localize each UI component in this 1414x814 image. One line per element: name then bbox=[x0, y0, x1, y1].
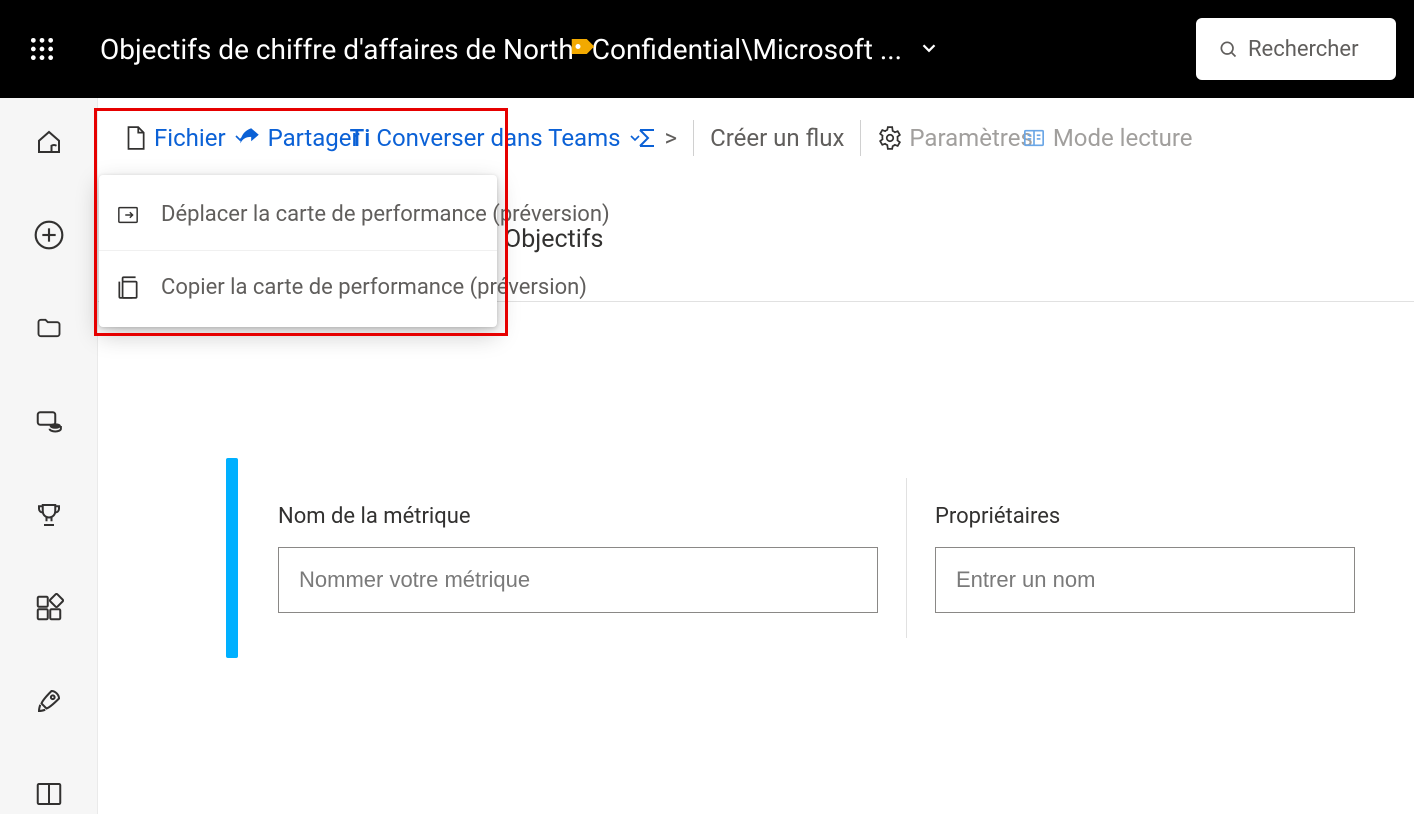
page-title-breadcrumb[interactable]: Objectifs de chiffre d'affaires de North… bbox=[100, 33, 940, 66]
gear-icon bbox=[877, 125, 903, 151]
cmd-create-flow-label: Créer un flux bbox=[710, 124, 844, 152]
cmd-add-metric[interactable]: > bbox=[629, 98, 684, 178]
metric-name-block: Nom de la métrique bbox=[278, 504, 878, 613]
cmd-reading-mode[interactable]: Mode lecture bbox=[1015, 98, 1199, 178]
trophy-icon bbox=[34, 500, 64, 530]
teams-prefix: Ti bbox=[350, 124, 371, 152]
metric-name-input[interactable] bbox=[278, 547, 878, 613]
data-hub-icon bbox=[34, 406, 64, 436]
sigma-icon bbox=[635, 125, 659, 151]
rocket-icon bbox=[34, 686, 64, 716]
plus-circle-icon bbox=[33, 219, 65, 251]
nav-create[interactable] bbox=[28, 215, 70, 254]
menu-move-label: Déplacer la carte de performance (préver… bbox=[161, 202, 610, 227]
nav-apps[interactable] bbox=[28, 588, 70, 627]
apps-icon bbox=[34, 593, 64, 623]
top-bar: Objectifs de chiffre d'affaires de North… bbox=[0, 0, 1414, 98]
copy-icon bbox=[115, 274, 141, 300]
file-menu-flyout: Déplacer la carte de performance (préver… bbox=[99, 175, 497, 327]
menu-copy-scorecard[interactable]: Copier la carte de performance (préversi… bbox=[99, 251, 497, 323]
waffle-icon bbox=[29, 36, 55, 62]
chevron-down-icon[interactable] bbox=[918, 33, 940, 66]
search-box[interactable]: Rechercher bbox=[1196, 18, 1396, 80]
cmd-teams-label: Converser dans Teams bbox=[376, 124, 620, 152]
breadcrumb-title-right: Confidential\Microsoft ... bbox=[592, 33, 902, 66]
accent-bar bbox=[226, 458, 238, 658]
breadcrumb-title-left: Objectifs de chiffre d'affaires de North bbox=[100, 33, 574, 66]
cmd-reading-label: Mode lecture bbox=[1053, 124, 1193, 152]
reading-icon bbox=[1021, 127, 1047, 149]
app-launcher-button[interactable] bbox=[12, 19, 72, 79]
metric-name-label: Nom de la métrique bbox=[278, 504, 878, 529]
menu-copy-label: Copier la carte de performance (préversi… bbox=[161, 275, 587, 300]
section-heading: Objectifs bbox=[504, 225, 603, 254]
nav-home[interactable] bbox=[28, 122, 70, 161]
sensitivity-tag-icon bbox=[568, 34, 598, 64]
divider bbox=[693, 120, 694, 156]
owners-label: Propriétaires bbox=[935, 504, 1355, 529]
nav-deployment[interactable] bbox=[28, 682, 70, 721]
nav-learn[interactable] bbox=[28, 775, 70, 814]
divider bbox=[860, 120, 861, 156]
cmd-file-label: Fichier bbox=[154, 124, 226, 152]
nav-browse[interactable] bbox=[28, 309, 70, 348]
owners-input[interactable] bbox=[935, 547, 1355, 613]
home-icon bbox=[34, 127, 64, 157]
cmd-create-flow[interactable]: Créer un flux bbox=[704, 98, 850, 178]
search-placeholder: Rechercher bbox=[1248, 37, 1359, 62]
cmd-settings[interactable]: Paramètres bbox=[871, 98, 1038, 178]
book-icon bbox=[34, 779, 64, 809]
menu-move-scorecard[interactable]: Déplacer la carte de performance (préver… bbox=[99, 179, 497, 251]
owners-block: Propriétaires bbox=[935, 504, 1355, 613]
command-bar: Fichier Partager Ti Converser dans Teams… bbox=[98, 98, 1414, 178]
cmd-teams[interactable]: Ti Converser dans Teams bbox=[344, 98, 649, 178]
left-nav-sidebar bbox=[0, 98, 98, 814]
nav-datahub[interactable] bbox=[28, 402, 70, 441]
search-icon bbox=[1218, 39, 1238, 59]
nav-goals[interactable] bbox=[28, 495, 70, 534]
move-icon bbox=[115, 204, 141, 226]
folder-icon bbox=[34, 314, 64, 342]
metric-fields: Nom de la métrique Propriétaires bbox=[238, 458, 1414, 658]
share-icon bbox=[236, 125, 262, 151]
metric-row: Nom de la métrique Propriétaires bbox=[98, 458, 1414, 658]
field-divider bbox=[906, 478, 907, 638]
file-icon bbox=[122, 123, 148, 153]
